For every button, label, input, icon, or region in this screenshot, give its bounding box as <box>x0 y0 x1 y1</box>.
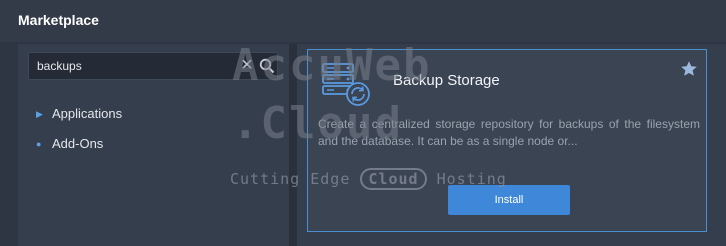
sidebar-item-applications[interactable]: ▶ Applications <box>36 106 122 126</box>
backup-storage-icon <box>322 63 370 106</box>
favorite-star-icon[interactable] <box>680 60 698 78</box>
app-card-backup-storage[interactable]: Backup Storage Create a centralized stor… <box>307 49 707 232</box>
titlebar: Marketplace <box>0 0 726 42</box>
search-box: ✕ <box>28 52 278 80</box>
panel-divider[interactable] <box>289 44 297 246</box>
install-button[interactable]: Install <box>448 185 570 215</box>
search-input[interactable] <box>29 53 229 79</box>
app-title: Backup Storage <box>393 72 500 89</box>
window-title: Marketplace <box>18 12 99 28</box>
results-panel: Backup Storage Create a centralized stor… <box>297 44 726 246</box>
bullet-icon: ● <box>36 139 42 149</box>
sidebar-item-label: Add-Ons <box>52 136 104 151</box>
search-icon[interactable] <box>259 58 275 74</box>
expand-arrow-icon: ▶ <box>36 109 43 119</box>
sidebar-item-add-ons[interactable]: ● Add-Ons <box>36 136 103 156</box>
marketplace-window: Marketplace ✕ ▶ Applications ● Add-Ons <box>0 0 726 246</box>
sidebar: ✕ ▶ Applications ● Add-Ons <box>18 44 289 246</box>
clear-search-icon[interactable]: ✕ <box>239 57 255 75</box>
app-description: Create a centralized storage repository … <box>318 117 700 148</box>
sidebar-item-label: Applications <box>52 106 123 121</box>
